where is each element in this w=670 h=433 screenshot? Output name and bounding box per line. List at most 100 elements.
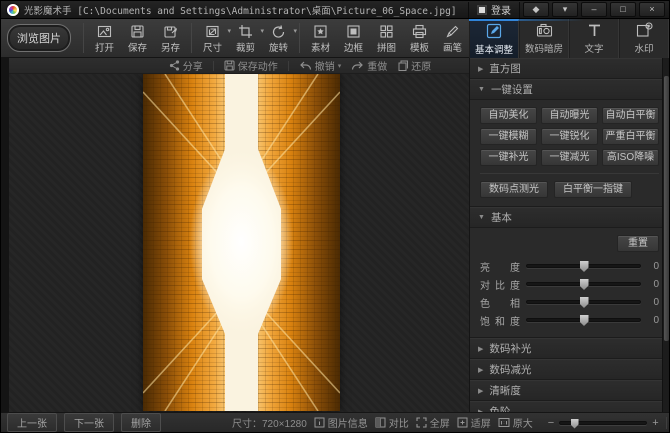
maximize-button[interactable]: □: [610, 2, 636, 17]
section-basic[interactable]: ▼ 基本: [470, 207, 669, 228]
saturation-slider[interactable]: [526, 318, 641, 322]
image-info-button[interactable]: 图片信息: [314, 415, 368, 430]
compare-label: 对比: [389, 415, 409, 430]
tab-watermark[interactable]: 水印: [619, 19, 669, 58]
hue-label: 色相: [480, 295, 520, 310]
toolbar-save-button[interactable]: 保存: [121, 21, 154, 54]
login-button[interactable]: 登录: [468, 2, 520, 18]
toolbar-rotate-label: 旋转: [269, 40, 288, 54]
oneclick-blur-button[interactable]: 一键模糊: [480, 128, 537, 145]
save-action-button[interactable]: 保存动作: [224, 58, 278, 73]
hue-row: 色相 0: [480, 293, 659, 311]
image-canvas[interactable]: [9, 74, 471, 412]
contrast-label: 对比度: [480, 277, 520, 292]
zoom-out-button[interactable]: −: [548, 417, 554, 429]
compare-button[interactable]: 对比: [375, 415, 409, 430]
section-digital-filllight[interactable]: ▶ 数码补光: [470, 338, 669, 359]
browse-images-button[interactable]: 浏览图片: [7, 24, 71, 52]
toolbar-open-button[interactable]: 打开: [88, 21, 121, 54]
oneclick-dimlight-button[interactable]: 一键减光: [541, 149, 598, 166]
section-digital-dimlight[interactable]: ▶ 数码减光: [470, 359, 669, 380]
brightness-slider[interactable]: [526, 264, 641, 268]
reset-button[interactable]: 重置: [617, 235, 659, 252]
toolbar-saveas-button[interactable]: 另存: [154, 21, 187, 54]
undo-button[interactable]: 撤销 ▾: [299, 58, 342, 73]
toolbar-template-button[interactable]: 模板: [403, 21, 436, 54]
dropdown-arrow-icon[interactable]: ▾: [293, 27, 297, 35]
next-image-button[interactable]: 下一张: [64, 413, 114, 432]
toolbar-size-button[interactable]: 尺寸 ▾: [196, 21, 229, 54]
toolbar-brush-button[interactable]: 画笔: [436, 21, 469, 54]
minimize-button[interactable]: –: [581, 2, 607, 17]
severe-whitebalance-button[interactable]: 严重白平衡: [602, 128, 659, 145]
auto-whitebalance-button[interactable]: 自动白平衡: [602, 107, 659, 124]
toolbar-crop-button[interactable]: 裁剪 ▾: [229, 21, 262, 54]
slider-thumb[interactable]: [580, 297, 589, 308]
spot-metering-button[interactable]: 数码点测光: [480, 181, 548, 198]
prev-image-button[interactable]: 上一张: [7, 413, 57, 432]
zoom-slider[interactable]: [559, 421, 647, 425]
tab-digital-darkroom-label: 数码暗房: [525, 41, 563, 55]
hue-slider[interactable]: [526, 300, 641, 304]
zoom-slider-thumb[interactable]: [571, 419, 579, 429]
toolbar-rotate-button[interactable]: 旋转 ▾: [262, 21, 295, 54]
section-oneclick[interactable]: ▼ 一键设置: [470, 79, 669, 100]
left-edge-strip: [1, 58, 9, 412]
dropdown-arrow-icon[interactable]: ▾: [338, 62, 342, 70]
close-icon: ×: [649, 4, 654, 14]
maximize-icon: □: [620, 4, 625, 14]
toolbar-crop-label: 裁剪: [236, 40, 255, 54]
action-bar: 分享 保存动作 撤销 ▾ 重做: [9, 58, 471, 74]
contrast-slider[interactable]: [526, 282, 641, 286]
panel-scrollbar[interactable]: [662, 58, 669, 412]
restore-button[interactable]: 还原: [397, 58, 431, 73]
titlebar: 光影魔术手 [C:\Documents and Settings\Adminis…: [1, 1, 669, 19]
crop-icon: [238, 23, 253, 39]
tab-digital-darkroom[interactable]: 数码暗房: [519, 19, 569, 58]
slider-thumb[interactable]: [580, 279, 589, 290]
oneclick-filllight-button[interactable]: 一键补光: [480, 149, 537, 166]
toolbar-material-button[interactable]: 素材: [304, 21, 337, 54]
slider-thumb[interactable]: [580, 261, 589, 272]
printer-icon: [412, 23, 427, 39]
section-oneclick-label: 一键设置: [491, 82, 533, 97]
menu-button[interactable]: ▾: [552, 2, 578, 17]
oneclick-body: 自动美化 自动曝光 自动白平衡 一键模糊 一键锐化 严重白平衡 一键补光 一键减…: [470, 100, 669, 207]
toolbar-collage-button[interactable]: 拼图: [370, 21, 403, 54]
redo-button[interactable]: 重做: [351, 58, 387, 73]
fit-screen-label: 适屏: [471, 415, 491, 430]
tab-text[interactable]: 文字: [569, 19, 619, 58]
whitebalance-onekey-button[interactable]: 白平衡一指键: [554, 181, 632, 198]
basic-body: 重置 亮度 0 对比度 0 色相 0 饱和度: [470, 228, 669, 338]
scrollbar-thumb[interactable]: [664, 76, 669, 341]
toolbar-collage-label: 拼图: [377, 40, 396, 54]
fit-screen-button[interactable]: 适屏: [457, 415, 491, 430]
login-avatar-icon: [477, 5, 487, 15]
auto-exposure-button[interactable]: 自动曝光: [541, 107, 598, 124]
toolbar-material-label: 素材: [311, 40, 330, 54]
oneclick-sharpen-button[interactable]: 一键锐化: [541, 128, 598, 145]
divider: [480, 173, 659, 174]
collapsed-arrow-icon: ▶: [478, 65, 483, 73]
section-clarity-label: 清晰度: [489, 383, 521, 398]
save-action-label: 保存动作: [238, 58, 278, 73]
section-clarity[interactable]: ▶ 清晰度: [470, 380, 669, 401]
section-histogram[interactable]: ▶ 直方图: [470, 58, 669, 79]
slider-thumb[interactable]: [580, 315, 589, 326]
skin-button[interactable]: ◆: [523, 2, 549, 17]
fullscreen-button[interactable]: 全屏: [416, 415, 450, 430]
saturation-value: 0: [647, 315, 659, 326]
close-button[interactable]: ×: [639, 2, 665, 17]
actionbar-separator: [288, 61, 289, 71]
tab-basic-adjust[interactable]: 基本调整: [469, 19, 519, 58]
original-size-button[interactable]: 原大: [498, 415, 533, 430]
zoom-in-button[interactable]: +: [652, 417, 658, 429]
share-button[interactable]: 分享: [169, 58, 203, 73]
section-levels[interactable]: ▶ 色阶: [470, 401, 669, 412]
auto-beautify-button[interactable]: 自动美化: [480, 107, 537, 124]
toolbar-frame-button[interactable]: 边框: [337, 21, 370, 54]
frame-icon: [346, 23, 361, 39]
high-iso-denoise-button[interactable]: 高ISO降噪: [602, 149, 659, 166]
delete-image-button[interactable]: 删除: [121, 413, 161, 432]
statusbar-separator: [666, 417, 667, 429]
